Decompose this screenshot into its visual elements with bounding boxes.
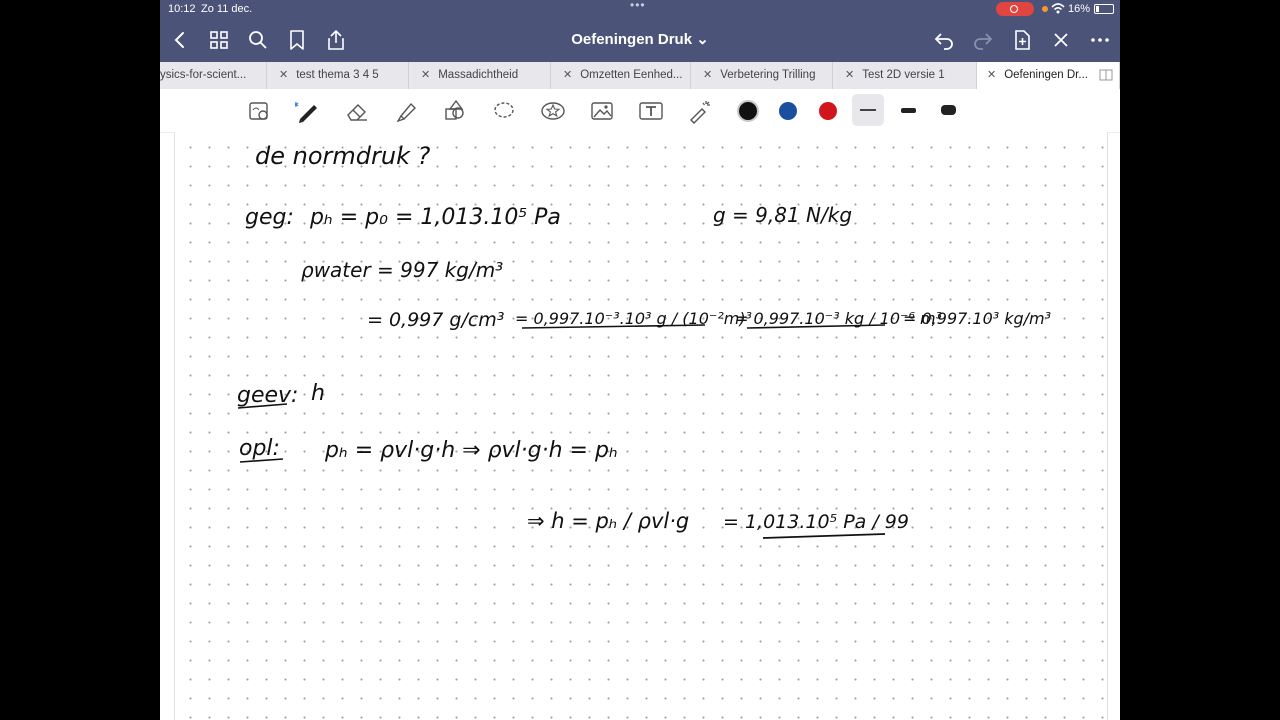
more-icon	[1091, 38, 1109, 42]
lasso-tool[interactable]	[491, 98, 517, 124]
medium-stroke-button[interactable]	[901, 108, 916, 113]
wifi-icon	[1051, 3, 1065, 14]
tab-physics[interactable]: ysics-for-scient...	[160, 62, 267, 89]
tab-massadichtheid[interactable]: ✕ Massadichtheid	[409, 62, 551, 89]
svg-text:✱: ✱	[295, 101, 299, 109]
battery-percentage: 16%	[1068, 3, 1091, 15]
thin-stroke-button[interactable]	[852, 94, 884, 126]
laser-pointer-tool[interactable]	[687, 98, 713, 124]
app-screen: 10:12 Zo 11 dec. ••• 16% Oefeningen Druk…	[160, 0, 1120, 720]
note-conversion-2: = 0,997.10⁻³.10³ g / (10⁻²m)³	[515, 309, 752, 328]
text-tool[interactable]	[638, 98, 664, 124]
laser-pointer-icon	[690, 101, 710, 124]
close-icon[interactable]: ✕	[987, 69, 996, 81]
close-icon[interactable]: ✕	[421, 69, 430, 81]
handwriting-canvas[interactable]: de normdruk ? geg: pₕ = p₀ = 1,013.10⁵ P…	[175, 132, 1107, 720]
note-gevraagd-label: geev:	[237, 383, 298, 408]
tab-bar: ysics-for-scient... ✕ test thema 3 4 5 ✕ M…	[160, 62, 1120, 90]
pen-icon: ✱	[293, 101, 317, 123]
pen-tool[interactable]: ✱	[293, 98, 321, 124]
tab-label: Verbetering Trilling	[720, 69, 816, 81]
close-icon	[1054, 33, 1068, 47]
tab-label: ysics-for-scient...	[160, 69, 247, 81]
tool-bar: ✱	[160, 89, 1120, 133]
note-conversion-1: = 0,997 g/cm³	[367, 309, 504, 331]
shapes-icon	[445, 99, 464, 120]
split-view-icon[interactable]	[1099, 69, 1113, 81]
color-red-swatch[interactable]	[819, 102, 837, 120]
note-gegeven-label: geg:	[245, 205, 294, 230]
close-icon[interactable]: ✕	[845, 69, 854, 81]
tab-verbetering[interactable]: ✕ Verbetering Trilling	[691, 62, 833, 89]
highlighter-icon	[396, 102, 416, 123]
note-page[interactable]: de normdruk ? geg: pₕ = p₀ = 1,013.10⁵ P…	[174, 132, 1108, 720]
note-rho-water: ρwater = 997 kg/m³	[301, 258, 503, 282]
color-black-swatch[interactable]	[737, 100, 759, 122]
note-formula-2: ⇒ h = pₕ / ρvl·g	[527, 509, 689, 533]
thin-stroke-icon	[860, 109, 876, 111]
multitask-dots-icon[interactable]: •••	[630, 0, 646, 12]
text-box-icon	[639, 102, 663, 120]
image-tool[interactable]	[589, 98, 615, 124]
tab-test-2d[interactable]: ✕ Test 2D versie 1	[833, 62, 977, 89]
sticker-tool[interactable]	[540, 98, 566, 124]
note-formula-1: pₕ = ρvl·g·h ⇒ ρvl·g·h = pₕ	[324, 438, 618, 463]
status-date: Zo 11 dec.	[201, 3, 253, 15]
zoom-window-icon	[249, 102, 268, 120]
note-oplossing-label: opl:	[239, 436, 280, 461]
eraser-tool[interactable]	[344, 98, 370, 124]
close-button[interactable]	[1049, 28, 1073, 52]
add-page-button[interactable]	[1010, 28, 1034, 52]
tab-test-thema[interactable]: ✕ test thema 3 4 5	[267, 62, 409, 89]
eraser-icon	[347, 104, 367, 121]
tab-oefeningen-druk[interactable]: ✕ Oefeningen Dr...	[977, 62, 1120, 90]
note-conversion-4: = 0,997.10³ kg/m³	[903, 309, 1051, 328]
tab-label: Test 2D versie 1	[862, 69, 945, 81]
shapes-tool[interactable]	[442, 98, 468, 124]
header-bar: 10:12 Zo 11 dec. ••• 16% Oefeningen Druk…	[160, 0, 1120, 62]
color-blue-swatch[interactable]	[779, 102, 797, 120]
mic-indicator-icon	[1042, 6, 1048, 12]
redo-button[interactable]	[971, 28, 995, 52]
lasso-icon	[494, 102, 514, 118]
status-time: 10:12	[168, 3, 196, 15]
tab-omzetten[interactable]: ✕ Omzetten Eenhed...	[551, 62, 691, 89]
tab-label: test thema 3 4 5	[296, 69, 379, 81]
more-button[interactable]	[1088, 28, 1112, 52]
redo-icon	[974, 33, 993, 50]
note-formula-3: = 1,013.10⁵ Pa / 99	[723, 511, 909, 533]
note-line-normdruk: de normdruk ?	[255, 142, 431, 170]
close-icon[interactable]: ✕	[279, 69, 288, 81]
fraction-line	[762, 533, 886, 539]
close-icon[interactable]: ✕	[563, 69, 572, 81]
undo-button[interactable]	[932, 28, 956, 52]
note-g-value: g = 9,81 N/kg	[713, 203, 852, 227]
add-page-icon	[1015, 30, 1030, 50]
image-icon	[591, 102, 613, 120]
screen-recording-icon[interactable]	[996, 2, 1034, 16]
note-pressure-equation: pₕ = p₀ = 1,013.10⁵ Pa	[309, 205, 561, 230]
star-sticker-icon	[541, 102, 565, 120]
battery-icon	[1094, 4, 1114, 14]
tab-label: Oefeningen Dr...	[1004, 69, 1088, 81]
close-icon[interactable]: ✕	[703, 69, 712, 81]
thick-stroke-button[interactable]	[941, 105, 956, 115]
tab-label: Massadichtheid	[438, 69, 519, 81]
undo-icon	[934, 33, 953, 50]
lasso-zoom-tool[interactable]	[247, 98, 273, 124]
tab-label: Omzetten Eenhed...	[580, 69, 683, 81]
note-gevraagd-value: h	[311, 381, 325, 406]
highlighter-tool[interactable]	[393, 98, 419, 124]
